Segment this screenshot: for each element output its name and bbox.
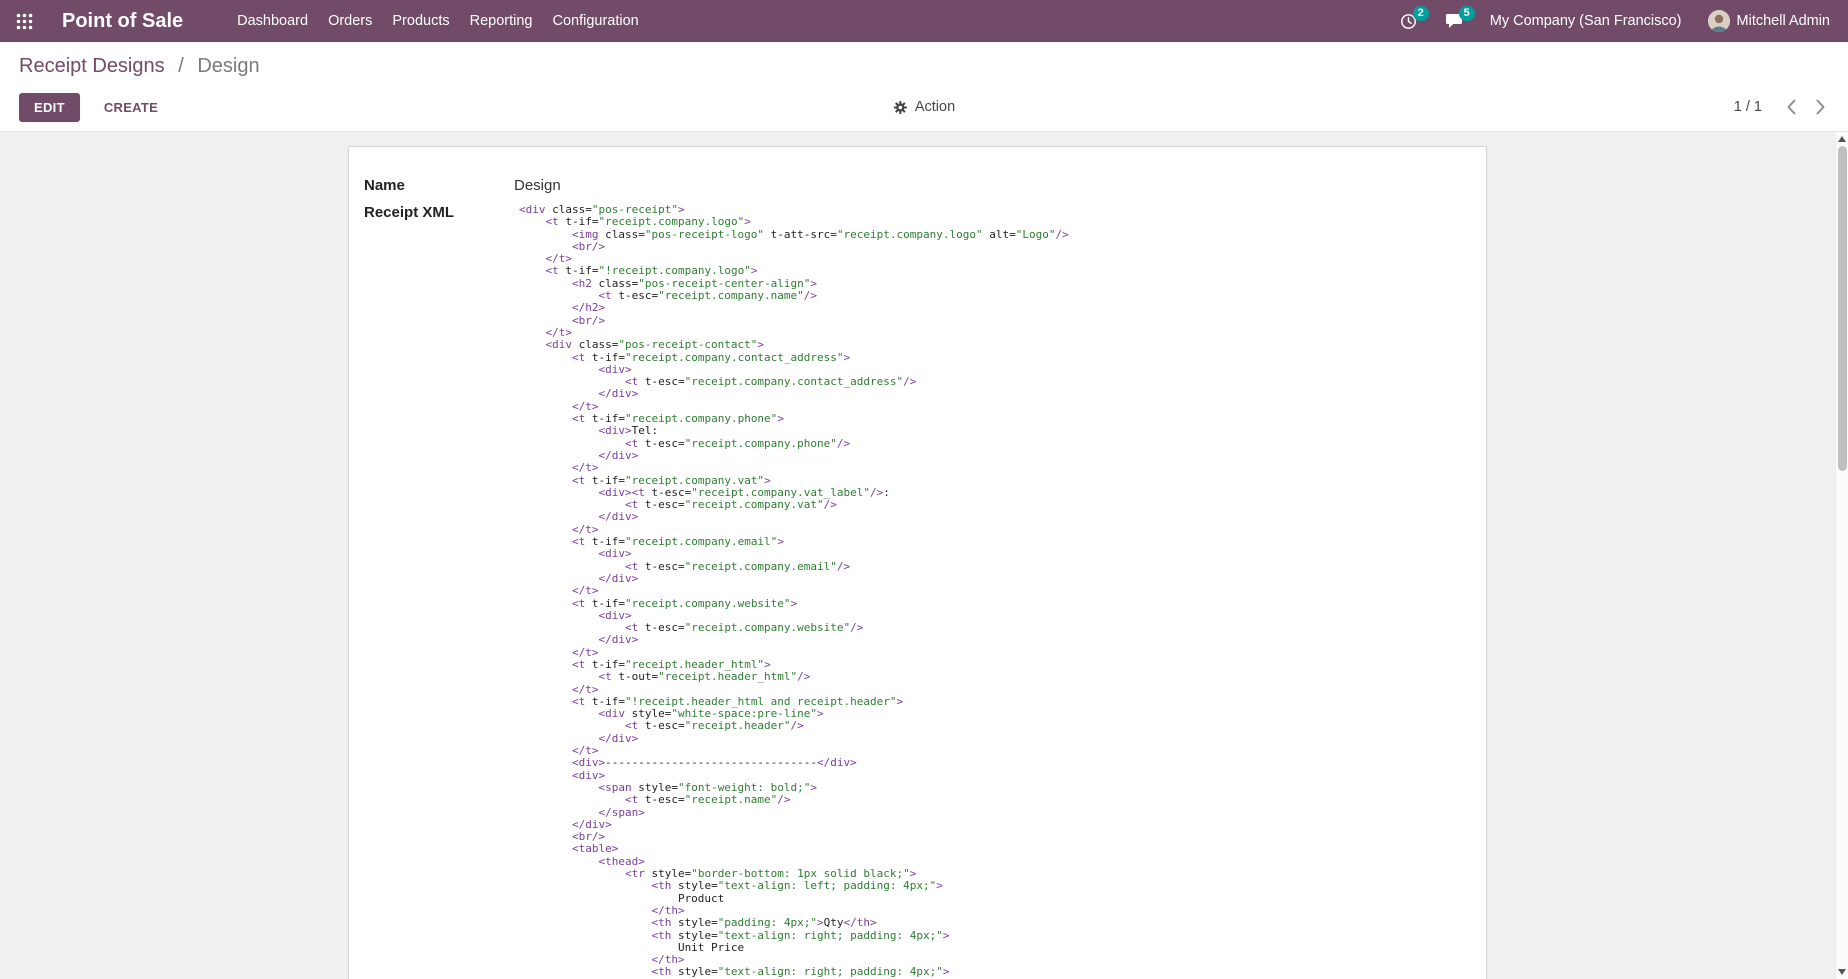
messages-button[interactable]: 5 (1431, 0, 1477, 42)
code-line: </div> (519, 573, 1069, 585)
top-navbar: Point of Sale Dashboard Orders Products … (0, 0, 1848, 42)
pager-count[interactable]: 1 / 1 (1734, 99, 1762, 115)
name-field-row: Name Design (364, 177, 1466, 195)
user-menu[interactable]: Mitchell Admin (1695, 0, 1830, 42)
button-row: EDIT CREATE Action 1 / 1 (0, 90, 1848, 124)
app-title[interactable]: Point of Sale (62, 10, 183, 33)
form-sheet: Name Design Receipt XML <div class="pos-… (348, 146, 1487, 979)
code-line: <br/> (519, 241, 1069, 253)
receipt-xml-code[interactable]: <div class="pos-receipt"> <t t-if="recei… (514, 204, 1069, 979)
name-field-value: Design (514, 177, 561, 195)
gear-icon (893, 100, 908, 115)
menu-configuration[interactable]: Configuration (543, 0, 649, 42)
receipt-xml-field-row: Receipt XML <div class="pos-receipt"> <t… (364, 204, 1466, 979)
menu-products[interactable]: Products (382, 0, 459, 42)
systray: 2 5 My Company (San Francisco) Mitchell … (1386, 0, 1830, 42)
main-menu: Dashboard Orders Products Reporting Conf… (227, 0, 649, 42)
code-line: </div> (519, 450, 1069, 462)
scroll-down-arrow[interactable] (1838, 969, 1846, 975)
scroll-up-arrow[interactable] (1838, 136, 1846, 142)
create-button[interactable]: CREATE (98, 99, 164, 116)
edit-button[interactable]: EDIT (19, 93, 80, 122)
messages-badge: 5 (1459, 6, 1475, 21)
code-line: </div> (519, 511, 1069, 523)
vertical-scrollbar[interactable] (1835, 132, 1848, 979)
menu-reporting[interactable]: Reporting (460, 0, 543, 42)
activities-badge: 2 (1413, 6, 1429, 21)
chevron-left-icon (1786, 98, 1797, 116)
menu-orders[interactable]: Orders (318, 0, 382, 42)
apps-menu-button[interactable] (0, 0, 48, 42)
code-line: <t t-out="receipt.header_html"/> (519, 671, 1069, 683)
breadcrumb: Receipt Designs / Design (19, 55, 260, 78)
receipt-xml-field-label: Receipt XML (364, 204, 514, 979)
chevron-right-icon (1815, 98, 1826, 116)
breadcrumb-current: Design (197, 55, 259, 77)
breadcrumb-separator: / (178, 55, 184, 77)
menu-dashboard[interactable]: Dashboard (227, 0, 318, 42)
code-line: </div> (519, 388, 1069, 400)
name-field-label: Name (364, 177, 514, 195)
pager: 1 / 1 (1734, 98, 1826, 116)
code-line: </div> (519, 634, 1069, 646)
action-menu-button[interactable]: Action (893, 99, 955, 115)
code-line: <br/> (519, 315, 1069, 327)
apps-grid-icon (16, 13, 33, 30)
pager-previous-button[interactable] (1786, 98, 1797, 116)
pager-next-button[interactable] (1815, 98, 1826, 116)
action-menu-label: Action (915, 99, 955, 115)
user-name: Mitchell Admin (1737, 13, 1830, 29)
breadcrumb-parent-link[interactable]: Receipt Designs (19, 55, 165, 77)
control-panel: Receipt Designs / Design EDIT CREATE Act… (0, 42, 1848, 132)
code-line: </div> (519, 733, 1069, 745)
activities-button[interactable]: 2 (1386, 0, 1431, 42)
content-area: Name Design Receipt XML <div class="pos-… (0, 132, 1848, 979)
user-avatar (1708, 10, 1730, 32)
scrollbar-thumb[interactable] (1838, 146, 1847, 471)
company-switcher[interactable]: My Company (San Francisco) (1477, 0, 1695, 42)
